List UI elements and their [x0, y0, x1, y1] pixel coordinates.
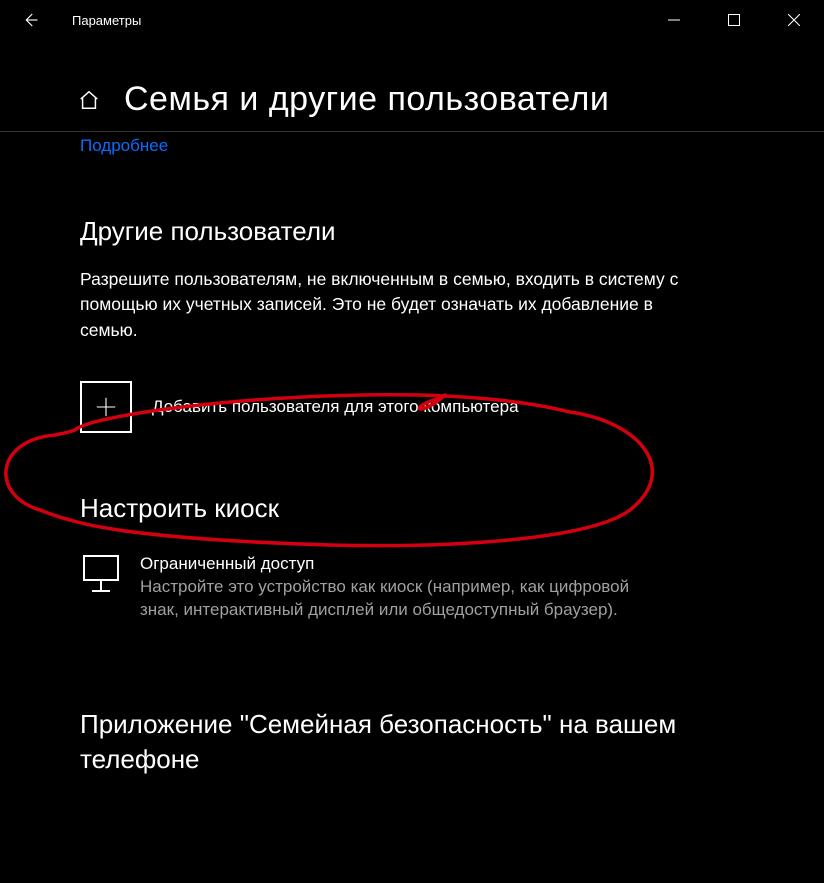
kiosk-description: Настройте это устройство как киоск (напр…	[140, 576, 660, 622]
family-safety-app-heading: Приложение "Семейная безопасность" на ва…	[80, 707, 730, 777]
window-title: Параметры	[72, 13, 141, 28]
home-icon[interactable]	[78, 89, 100, 116]
close-icon	[788, 14, 800, 26]
kiosk-text: Ограниченный доступ Настройте это устрой…	[140, 554, 660, 622]
plus-box	[80, 381, 132, 433]
minimize-button[interactable]	[644, 0, 704, 40]
titlebar: Параметры	[0, 0, 824, 40]
add-user-label: Добавить пользователя для этого компьюте…	[152, 397, 519, 417]
settings-window: Параметры Семья и другие пользователи По…	[0, 0, 824, 883]
content-area: Другие пользователи Разрешите пользовате…	[0, 216, 824, 777]
back-button[interactable]	[10, 0, 50, 40]
kiosk-monitor-icon	[80, 554, 122, 594]
minimize-icon	[668, 14, 680, 26]
window-controls	[644, 0, 824, 40]
maximize-icon	[728, 14, 740, 26]
close-button[interactable]	[764, 0, 824, 40]
page-title: Семья и другие пользователи	[124, 80, 609, 119]
more-link[interactable]: Подробнее	[0, 132, 168, 156]
kiosk-setup-button[interactable]: Ограниченный доступ Настройте это устрой…	[80, 554, 744, 622]
other-users-heading: Другие пользователи	[80, 216, 744, 247]
arrow-left-icon	[21, 11, 39, 29]
other-users-description: Разрешите пользователям, не включенным в…	[80, 267, 700, 343]
add-user-button[interactable]: Добавить пользователя для этого компьюте…	[80, 381, 744, 433]
kiosk-title: Ограниченный доступ	[140, 554, 660, 574]
maximize-button[interactable]	[704, 0, 764, 40]
page-header: Семья и другие пользователи	[0, 40, 824, 132]
kiosk-heading: Настроить киоск	[80, 493, 744, 524]
plus-icon	[95, 396, 117, 418]
